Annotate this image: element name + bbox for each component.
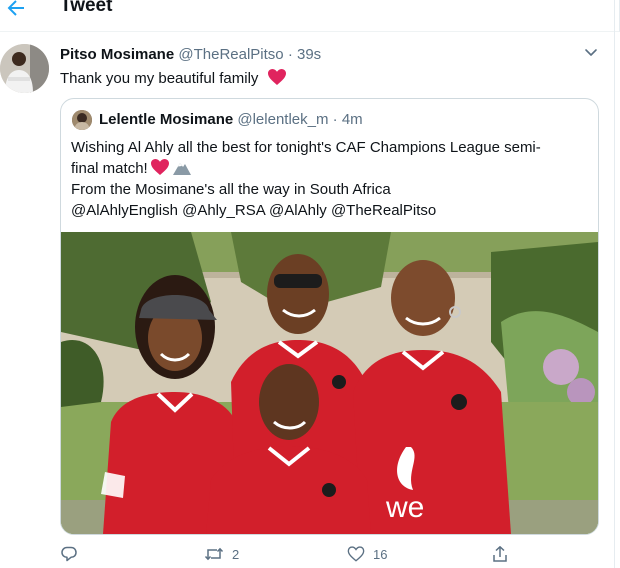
retweet-icon: [204, 547, 224, 561]
quoted-tweet-text: Wishing Al Ahly all the best for tonight…: [71, 137, 581, 221]
mountain-icon: [172, 163, 191, 175]
author-avatar[interactable]: [0, 44, 49, 93]
quoted-text-line-with-emoji: final match!: [71, 158, 581, 179]
retweet-count: 2: [232, 546, 240, 562]
tweet-actions-bar: 2 16: [0, 538, 620, 568]
share-icon: [493, 546, 507, 562]
like-count: 16: [373, 546, 388, 562]
quoted-author-avatar[interactable]: [72, 110, 92, 130]
chevron-down-icon[interactable]: [583, 44, 599, 60]
retweet-button[interactable]: 2: [204, 544, 239, 564]
tweet-header: Tweet: [0, 0, 620, 32]
tweet-timestamp[interactable]: 39s: [297, 46, 321, 63]
page-title: Tweet: [60, 0, 113, 16]
back-arrow-icon[interactable]: [4, 0, 28, 20]
column-divider: [614, 0, 615, 568]
tweet-text: Thank you my beautiful family: [60, 68, 287, 87]
separator-dot: ·: [287, 46, 293, 63]
quoted-text-line: Wishing Al Ahly all the best for tonight…: [71, 139, 541, 156]
separator-dot: ·: [332, 111, 338, 128]
quoted-mentions-line[interactable]: @AlAhlyEnglish @Ahly_RSA @AlAhly @TheRea…: [71, 200, 581, 221]
quoted-timestamp[interactable]: 4m: [342, 111, 363, 128]
jersey-logo-text: we: [385, 491, 424, 524]
tweet-body: Thank you my beautiful family: [60, 70, 259, 87]
tweet-author-row: Pitso Mosimane @TheRealPitso · 39s: [60, 46, 321, 63]
like-button[interactable]: 16: [347, 544, 387, 564]
tweet-photo[interactable]: we: [61, 232, 598, 534]
author-name[interactable]: Pitso Mosimane: [60, 46, 174, 63]
reply-icon: [61, 546, 77, 562]
quoted-text-line: final match!: [71, 160, 148, 177]
quoted-author-row: Lelentle Mosimane @lelentlek_m · 4m: [99, 111, 363, 128]
reply-button[interactable]: [60, 544, 86, 564]
quoted-tweet[interactable]: Lelentle Mosimane @lelentlek_m · 4m Wish…: [60, 98, 599, 535]
author-handle[interactable]: @TheRealPitso: [178, 46, 283, 63]
quoted-author-handle[interactable]: @lelentlek_m: [237, 111, 328, 128]
heart-icon: [150, 159, 169, 175]
like-icon: [347, 546, 365, 562]
quoted-text-line: From the Mosimane's all the way in South…: [71, 181, 391, 198]
heart-icon: [267, 69, 286, 85]
quoted-author-name[interactable]: Lelentle Mosimane: [99, 111, 233, 128]
share-button[interactable]: [491, 544, 509, 564]
